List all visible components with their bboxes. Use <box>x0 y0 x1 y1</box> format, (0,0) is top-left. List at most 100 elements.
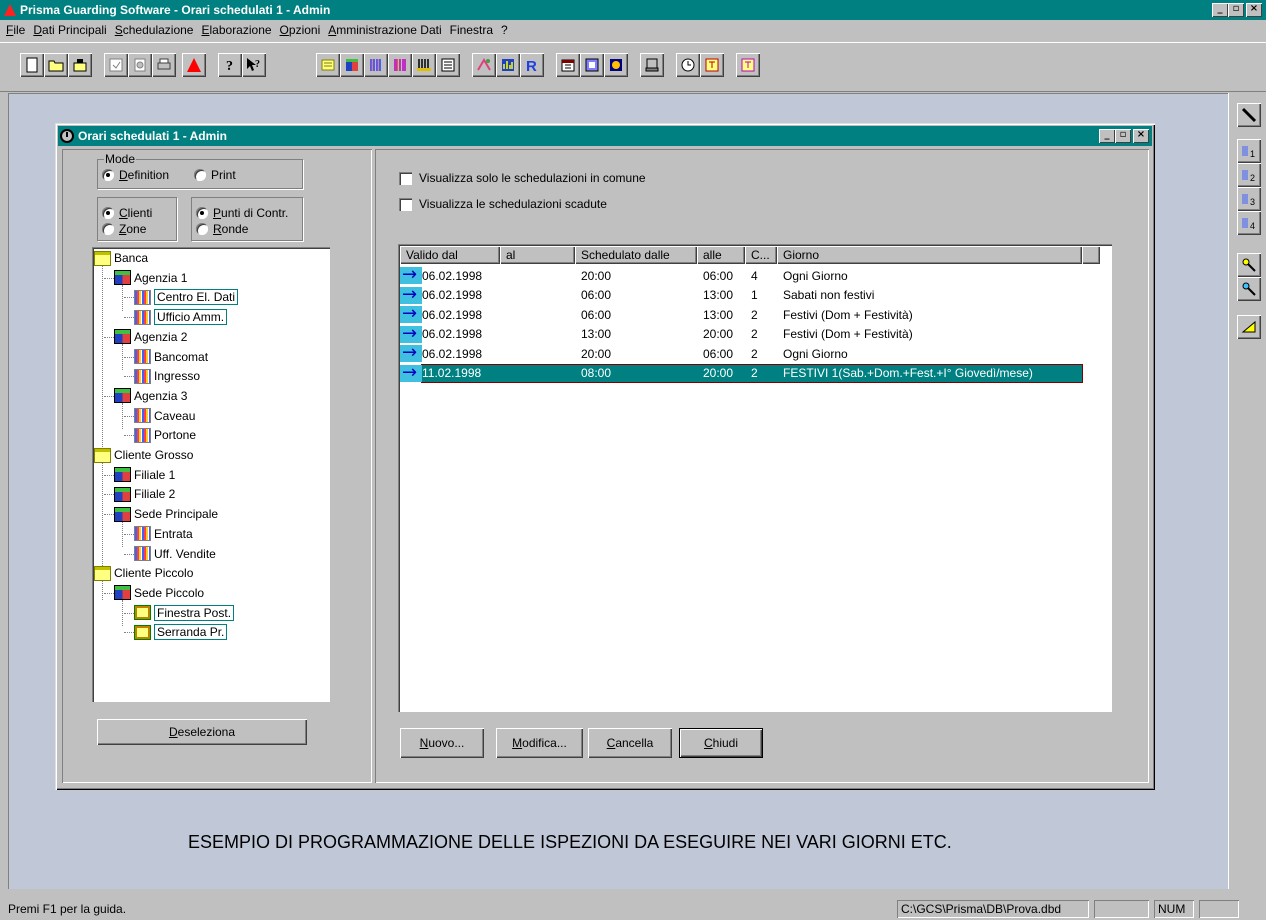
col-c[interactable]: C... <box>745 246 777 264</box>
tree-node[interactable]: Ingresso <box>124 367 200 385</box>
zone-radio[interactable]: Zone <box>102 222 146 236</box>
schedule-row[interactable]: 11.02.1998 08:00 20:00 2 FESTIVI 1(Sab.+Dom.… <box>400 362 1090 383</box>
buildings-icon[interactable] <box>340 53 364 77</box>
chiudi-button[interactable]: Chiudi <box>679 728 763 758</box>
properties-icon[interactable] <box>104 53 128 77</box>
tree-node[interactable]: Filiale 1 <box>104 466 175 484</box>
tree-node[interactable]: Caveau <box>124 407 195 425</box>
mode-print-radio[interactable]: Print <box>194 168 236 182</box>
tree-node[interactable]: Entrata <box>124 525 193 543</box>
key-blue-icon[interactable] <box>1237 277 1261 301</box>
tree-node[interactable]: Banca <box>94 249 148 267</box>
schedule-row[interactable]: 06.02.1998 13:00 20:00 2 Festivi (Dom + Fest… <box>400 323 1090 344</box>
nuovo-label: Nuovo... <box>419 736 465 750</box>
calendar-icon[interactable] <box>556 53 580 77</box>
clients-tree[interactable]: Banca Agenzia 1 Centro El. Dati Ufficio Amm… <box>92 247 330 702</box>
menu-amministrazione-dati[interactable]: Amministrazione Dati <box>324 23 445 37</box>
points-2-icon[interactable]: 2 <box>1237 163 1261 187</box>
close-button[interactable]: × <box>1246 3 1262 17</box>
points-4-icon[interactable]: 4 <box>1237 211 1261 235</box>
menu-elaborazione[interactable]: Elaborazione <box>197 23 275 37</box>
data-icon[interactable] <box>496 53 520 77</box>
clock-icon[interactable] <box>676 53 700 77</box>
row-arrow-icon <box>400 303 422 324</box>
schedule-row[interactable]: 06.02.1998 20:00 06:00 2 Ogni Giorno <box>400 342 1090 363</box>
minimize-button[interactable]: _ <box>1212 3 1228 17</box>
terminal-icon[interactable] <box>640 53 664 77</box>
app-title-bar[interactable]: Prisma Guarding Software - Orari schedul… <box>0 0 1266 20</box>
context-help-icon[interactable]: ? <box>242 53 266 77</box>
cancella-button[interactable]: Cancella <box>588 728 672 758</box>
log-icon[interactable] <box>604 53 628 77</box>
schedule-list[interactable]: Valido dal al Schedulato dalle alle C...… <box>398 244 1112 712</box>
col-giorno[interactable]: Giorno <box>777 246 1082 264</box>
child-minimize-button[interactable]: _ <box>1099 129 1115 143</box>
new-file-icon[interactable] <box>20 53 44 77</box>
reader-icon[interactable] <box>436 53 460 77</box>
tree-node[interactable]: Cliente Grosso <box>94 446 193 464</box>
report-icon[interactable]: R <box>520 53 544 77</box>
status-empty-panel-2 <box>1199 900 1239 918</box>
maximize-button[interactable]: ▫ <box>1228 3 1244 17</box>
col-alle[interactable]: alle <box>697 246 745 264</box>
menu-file[interactable]: File <box>2 23 29 37</box>
tree-node[interactable]: Bancomat <box>124 348 208 366</box>
tree-node[interactable]: Agenzia 3 <box>104 387 187 405</box>
child-maximize-button[interactable]: ▫ <box>1115 129 1131 143</box>
points-icon[interactable] <box>364 53 388 77</box>
tree-node[interactable]: Uff. Vendite <box>124 545 216 563</box>
menu-opzioni[interactable]: Opzioni <box>276 23 325 37</box>
modifica-button[interactable]: Modifica... <box>496 728 583 758</box>
menu-finestra[interactable]: Finestra <box>446 23 497 37</box>
child-close-button[interactable]: × <box>1133 129 1149 143</box>
schedule-window-title-bar[interactable]: Orari schedulati 1 - Admin _ ▫ × <box>58 126 1152 146</box>
save-icon[interactable] <box>68 53 92 77</box>
col-valido-dal[interactable]: Valido dal <box>400 246 500 264</box>
clienti-radio[interactable]: Clienti <box>102 206 152 220</box>
col-schedulato-dalle[interactable]: Schedulato dalle <box>575 246 697 264</box>
tree-node[interactable]: Centro El. Dati <box>124 288 239 306</box>
schedule-row[interactable]: 06.02.1998 20:00 06:00 4 Ogni Giorno <box>400 264 1090 285</box>
print-icon[interactable] <box>152 53 176 77</box>
tree-node[interactable]: Sede Piccolo <box>104 584 204 602</box>
key-yellow-icon[interactable] <box>1237 253 1261 277</box>
tree-node[interactable]: Filiale 2 <box>104 485 175 503</box>
barcode-icon[interactable] <box>388 53 412 77</box>
scheduling-icon[interactable] <box>580 53 604 77</box>
menu-help[interactable]: ? <box>497 23 512 37</box>
tree-node[interactable]: Cliente Piccolo <box>94 564 193 582</box>
tree-node[interactable]: Agenzia 1 <box>104 269 187 287</box>
nuovo-button[interactable]: Nuovo... <box>400 728 484 758</box>
open-folder-icon[interactable] <box>44 53 68 77</box>
mode-definition-radio[interactable]: Definition <box>102 168 169 182</box>
menu-dati-principali[interactable]: Dati Principali <box>29 23 110 37</box>
help-icon[interactable]: ? <box>218 53 242 77</box>
columns-icon[interactable] <box>412 53 436 77</box>
points-1-icon[interactable]: 1 <box>1237 139 1261 163</box>
timing-alt-icon[interactable] <box>736 53 760 77</box>
schedule-row[interactable]: 06.02.1998 06:00 13:00 2 Festivi (Dom + Fest… <box>400 303 1090 324</box>
operators-icon[interactable] <box>472 53 496 77</box>
tree-node[interactable]: Ufficio Amm. <box>124 308 228 326</box>
tree-node[interactable]: Serranda Pr. <box>124 623 228 641</box>
tree-node[interactable]: Portone <box>124 426 196 444</box>
tree-node[interactable]: Finestra Post. <box>124 604 235 622</box>
ronde-radio[interactable]: Ronde <box>196 222 248 236</box>
deseleziona-button[interactable]: Deseleziona <box>97 719 307 745</box>
clients-icon[interactable] <box>316 53 340 77</box>
common-schedules-checkbox[interactable]: Visualizza solo le schedulazioni in comu… <box>399 171 646 185</box>
alarm-triangle-icon[interactable] <box>182 53 206 77</box>
tree-node[interactable]: Sede Principale <box>104 505 218 523</box>
ruler-icon[interactable] <box>1237 315 1261 339</box>
points-3-icon[interactable]: 3 <box>1237 187 1261 211</box>
wand-icon[interactable] <box>1237 103 1261 127</box>
menu-schedulazione[interactable]: Schedulazione <box>111 23 198 37</box>
expired-schedules-checkbox[interactable]: Visualizza le schedulazioni scadute <box>399 197 607 211</box>
timing-icon[interactable] <box>700 53 724 77</box>
col-al[interactable]: al <box>500 246 575 264</box>
checkpoint-icon <box>134 309 151 325</box>
punti-radio[interactable]: Punti di Contr. <box>196 206 288 220</box>
tree-node[interactable]: Agenzia 2 <box>104 328 187 346</box>
preview-icon[interactable] <box>128 53 152 77</box>
schedule-row[interactable]: 06.02.1998 06:00 13:00 1 Sabati non festivi <box>400 284 1090 305</box>
